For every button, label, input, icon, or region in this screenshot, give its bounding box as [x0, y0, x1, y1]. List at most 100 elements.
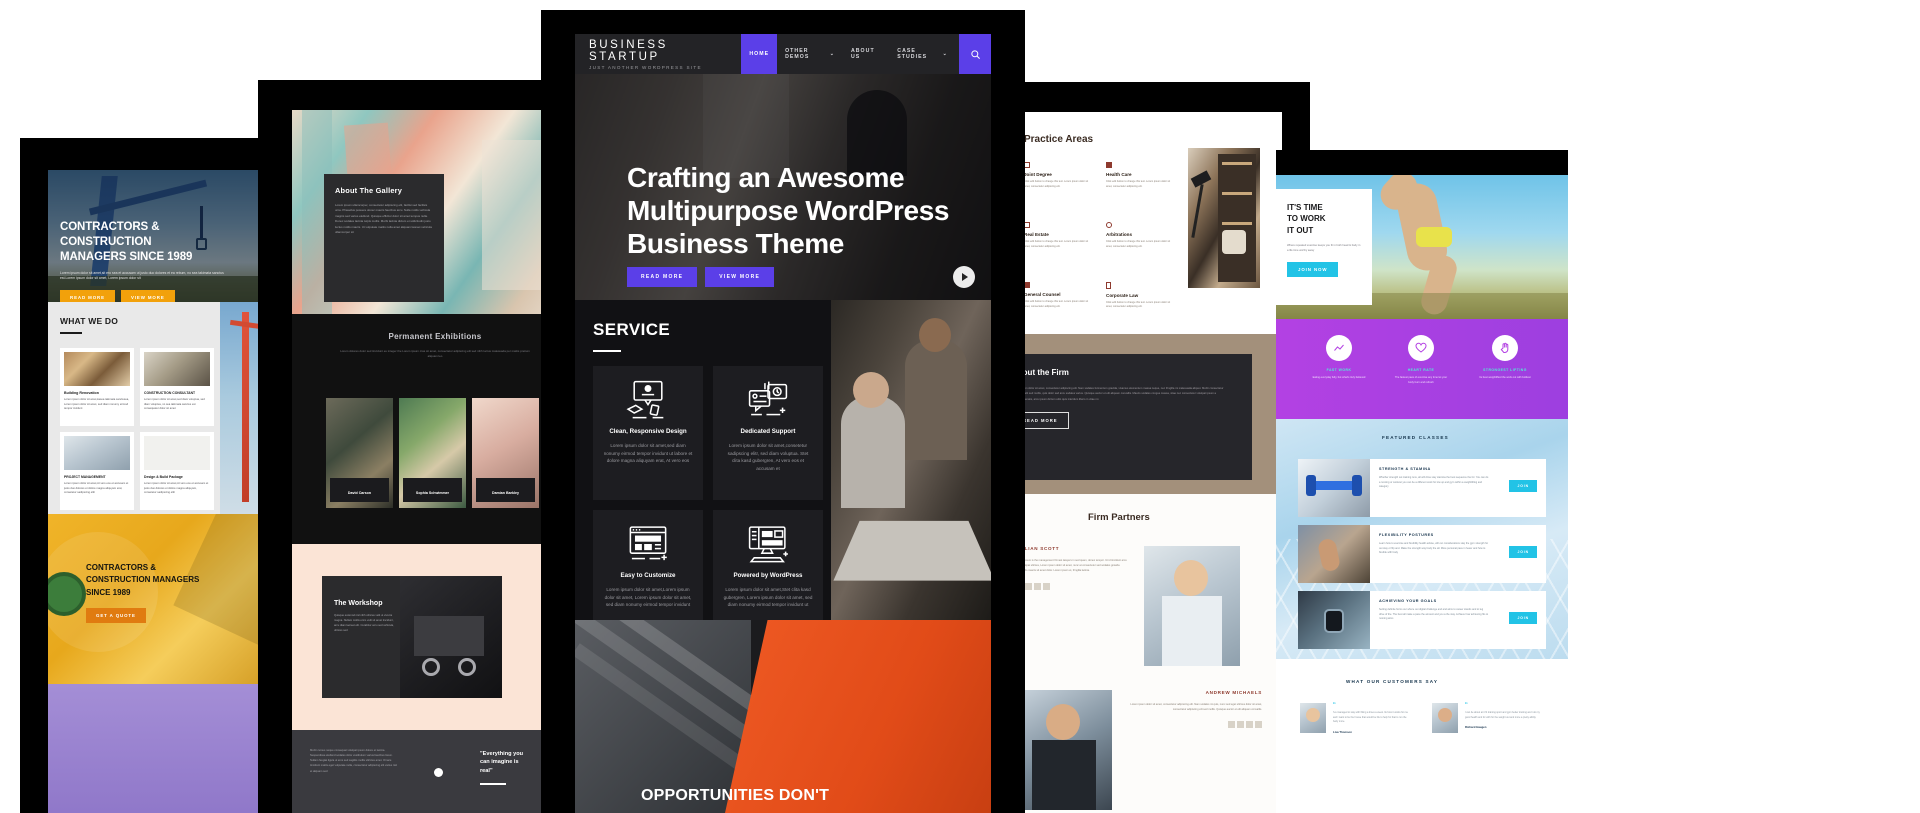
partner-row[interactable]: JILLIAN SCOTT Lorem ipsum is the managem… [1016, 546, 1262, 666]
card-title: CONSTRUCTION CONSULTANT [144, 391, 196, 395]
artist-name: David Carson [347, 491, 372, 495]
workshop-text: Quisque euismod nisl nibh ultrices velit… [334, 614, 394, 632]
featured-classes-section: FEATURED CLASSES STRENGTH & STAMINA Whet… [1276, 419, 1568, 659]
testimonial-card[interactable]: “ I've managed to stay with fitting a ti… [1300, 701, 1412, 734]
feature-item[interactable]: STRONGEST LIFTING Its best weightlifted … [1474, 335, 1536, 381]
service-card-title: Dedicated Support [740, 428, 796, 435]
testimonial-text: I can be about at it fit training sport … [1465, 711, 1540, 719]
card-photo [144, 352, 210, 386]
nav-label: CASE STUDIES [897, 48, 928, 60]
partner-text: Lorem ipsum is the management firmest la… [1016, 559, 1127, 573]
construction-quote-button[interactable]: GET A QUOTE [86, 608, 146, 624]
feature-text: Eating everyday fully, but what's truly … [1312, 376, 1366, 379]
demo-panel-fitness[interactable]: IT'S TIME TO WORK IT OUT Where repeated … [1276, 150, 1568, 813]
practice-area-item[interactable]: General Counsel Click edit button to cha… [1024, 282, 1092, 309]
desktop-wordpress-icon [748, 526, 788, 563]
nav-item-about-us[interactable]: ABOUT US [843, 34, 889, 74]
construction-hero-title-3: MANAGERS SINCE 1989 [60, 251, 193, 264]
nav-label: ABOUT US [850, 48, 875, 60]
heart-icon [1415, 342, 1427, 353]
artist-card[interactable]: David Carson [326, 398, 393, 508]
feature-item[interactable]: HEART RATE The fastest pace of exercise … [1392, 335, 1450, 386]
what-we-do-card[interactable]: CONSTRUCTION CONSULTANT Lorem ipsum dolo… [140, 348, 214, 426]
gavel-icon [1106, 222, 1112, 228]
hero-play-button[interactable] [953, 266, 975, 288]
what-we-do-card[interactable]: Building Renovation Lorem ipsum dolor si… [60, 348, 134, 426]
construction-hero-title-1: CONTRACTORS & [60, 221, 160, 233]
chart-icon [1334, 344, 1344, 351]
class-photo [1298, 591, 1370, 649]
feature-icon-wrap [1326, 335, 1352, 361]
practice-area-title: Joint Degree [1024, 172, 1052, 177]
service-card-title: Powered by WordPress [733, 572, 803, 579]
class-title: FLEXIBILITY POSTURES [1379, 533, 1434, 537]
what-we-do-card[interactable]: Design & Build Package Lorem ipsum dolor… [140, 432, 214, 510]
nav-item-case-studies[interactable]: CASE STUDIES ⌄ [889, 34, 956, 74]
gallery-exhibitions-section: Permanent Exhibitions Lorem dolores dolo… [292, 314, 578, 544]
testimonial-card[interactable]: “ I can be about at it fit training spor… [1432, 701, 1544, 733]
feature-item[interactable]: FAST WORK Eating everyday fully, but wha… [1310, 335, 1368, 381]
testimonial-text: I've managed to stay with fitting a time… [1333, 711, 1408, 724]
quote-line-3: real" [480, 767, 493, 774]
briefcase-icon [1106, 162, 1112, 168]
primary-navigation[interactable]: HOME OTHER DEMOS ⌄ ABOUT US CASE STUDIES… [741, 34, 991, 74]
artist-card[interactable]: Damian Barkley [472, 398, 539, 508]
class-row[interactable]: FLEXIBILITY POSTURES Learn how to exerci… [1298, 525, 1546, 583]
gallery-quote-section: Morbi cursus neque consequat volutpat ip… [292, 730, 578, 813]
class-join-button[interactable]: JOIN [1509, 612, 1537, 624]
fitness-hero-card: IT'S TIME TO WORK IT OUT Where repeated … [1276, 189, 1372, 305]
artist-card[interactable]: Sophia Schwimmer [399, 398, 466, 508]
nav-item-home[interactable]: HOME [741, 34, 778, 74]
feature-title: HEART RATE [1407, 368, 1435, 372]
class-row[interactable]: STRENGTH & STAMINA Whether strength out … [1298, 459, 1546, 517]
feature-icon-wrap [1408, 335, 1434, 361]
practice-area-text: Click edit button to change this text. L… [1106, 300, 1171, 309]
service-card-title: Easy to Customize [620, 572, 676, 579]
service-card-text: Lorem ipsum dolor sit amet,sed diam nonu… [603, 443, 693, 464]
fitness-features-band: FAST WORK Eating everyday fully, but wha… [1276, 319, 1568, 419]
card-title: Building Renovation [64, 391, 99, 395]
card-photo [144, 436, 210, 470]
hero-view-more-button[interactable]: VIEW MORE [705, 267, 775, 287]
opportunities-banner: OPPORTUNITIES DON'T [575, 620, 991, 813]
practice-area-text: Click edit button to change this text. L… [1024, 300, 1089, 308]
testimonial-name: Richard Haugen [1465, 725, 1487, 730]
nav-label: OTHER DEMOS [785, 48, 810, 60]
practice-area-item[interactable]: Corporate Law Click edit button to chang… [1106, 282, 1174, 310]
demo-panel-business-startup[interactable]: BUSINESS STARTUP JUST ANOTHER WORDPRESS … [541, 10, 1025, 813]
firm-partners-heading: Firm Partners [1088, 512, 1150, 523]
class-row[interactable]: ACHIEVING YOUR GOALS Setting definite fo… [1298, 591, 1546, 649]
practice-area-item[interactable]: Health Care Click edit button to change … [1106, 162, 1174, 189]
service-card[interactable]: Dedicated Support Lorem ipsum dolor sit … [713, 366, 823, 500]
service-card[interactable]: Clean, Responsive Design Lorem ipsum dol… [593, 366, 703, 500]
card-photo [64, 436, 130, 470]
service-card-title: Clean, Responsive Design [609, 428, 687, 435]
nav-item-other-demos[interactable]: OTHER DEMOS ⌄ [777, 34, 843, 74]
hero-title-line-3: Business Theme [627, 227, 844, 259]
practice-area-item[interactable]: Real Estate Click edit button to change … [1024, 222, 1092, 249]
workshop-photo [400, 576, 502, 698]
quote-icon: “ [1465, 701, 1468, 710]
class-join-button[interactable]: JOIN [1509, 480, 1537, 492]
rating-star [1025, 582, 1032, 590]
rating-star [1237, 721, 1244, 729]
practice-area-item[interactable]: Arbitrations Click edit button to change… [1106, 222, 1174, 249]
practice-areas-section: Practice Areas Joint Degree Click edit b… [996, 112, 1282, 334]
fitness-join-now-button[interactable]: JOIN NOW [1287, 262, 1339, 278]
chat-support-icon [748, 381, 788, 416]
practice-area-item[interactable]: Joint Degree Click edit button to change… [1024, 162, 1092, 189]
class-join-button[interactable]: JOIN [1509, 546, 1537, 558]
practice-area-title: General Counsel [1024, 292, 1061, 297]
what-we-do-card[interactable]: PROJECT MANAGEMENT Lorem ipsum dolor sit… [60, 432, 134, 510]
fitness-hero-subtext: Where repeated exercise keeps you fit in… [1287, 244, 1361, 253]
search-button[interactable] [959, 34, 991, 74]
quote-line-2: can imagine is [480, 759, 519, 766]
artist-name: Damian Barkley [492, 491, 519, 495]
rating-star [1043, 582, 1050, 590]
site-branding[interactable]: BUSINESS STARTUP JUST ANOTHER WORDPRESS … [575, 39, 741, 70]
practice-area-title: Health Care [1106, 172, 1132, 177]
practice-areas-heading: Practice Areas [1024, 134, 1094, 145]
gallery-workshop-section: The Workshop Quisque euismod nisl nibh u… [292, 544, 578, 730]
business-startup-screen: BUSINESS STARTUP JUST ANOTHER WORDPRESS … [575, 34, 991, 813]
hero-read-more-button[interactable]: READ MORE [627, 267, 698, 287]
